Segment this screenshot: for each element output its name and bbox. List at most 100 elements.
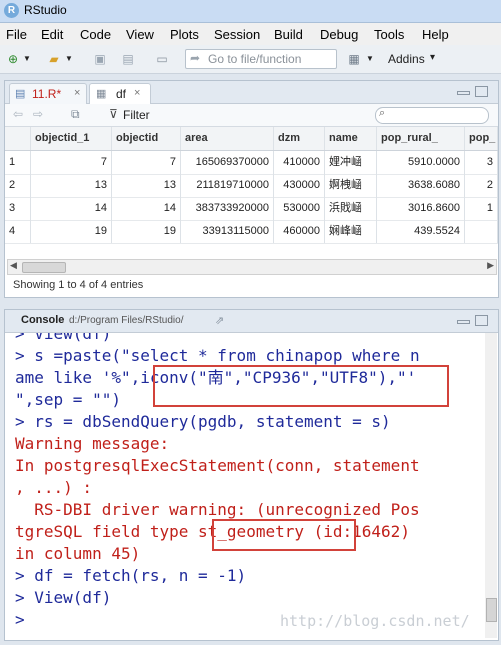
pane-layout-dropdown-icon[interactable]: ▼ (366, 51, 374, 67)
console-line: Warning message: (15, 434, 170, 453)
table-cell: 383733920000 (181, 197, 274, 220)
column-header[interactable]: dzm (274, 127, 325, 150)
vertical-scrollbar[interactable] (485, 333, 497, 638)
scroll-thumb[interactable] (486, 598, 497, 622)
tab-df[interactable]: ▦ df × (89, 83, 151, 104)
open-folder-icon[interactable]: ▰ (45, 51, 63, 67)
console-line: ",sep = "") (15, 390, 121, 409)
menu-plots[interactable]: Plots (170, 27, 199, 42)
table-cell: 13 (31, 174, 112, 197)
table-cell: 430000 (274, 174, 325, 197)
table-cell: 14 (31, 197, 112, 220)
table-cell: 7 (112, 151, 181, 174)
table-cell: 3 (465, 151, 498, 174)
pane-layout-icon[interactable]: ▦ (346, 51, 362, 67)
scroll-right-icon[interactable]: ▶ (487, 260, 494, 271)
close-icon[interactable]: × (74, 87, 80, 99)
save-all-icon[interactable]: ▤ (120, 51, 136, 67)
search-input[interactable]: ⌕ (375, 107, 489, 124)
menu-debug[interactable]: Debug (320, 27, 358, 42)
back-arrow-icon[interactable]: ⇦ (13, 107, 23, 121)
addins-button[interactable]: Addins (388, 52, 425, 66)
table-row: 4 19 19 33913115000 460000 娴峰崡 439.5524 (5, 220, 498, 244)
table-cell: 13 (112, 174, 181, 197)
highlight-box-st-geometry (212, 519, 356, 551)
table-cell: 165069370000 (181, 151, 274, 174)
addins-caret-icon[interactable]: ▾ (430, 52, 435, 63)
table-cell: 5910.0000 (377, 151, 465, 174)
menu-edit[interactable]: Edit (41, 27, 63, 42)
watermark: http://blog.csdn.net/ (280, 612, 470, 630)
column-header[interactable]: objectid (112, 127, 181, 150)
save-icon[interactable]: ▣ (92, 51, 108, 67)
table-cell: 2 (5, 174, 31, 197)
menu-build[interactable]: Build (274, 27, 303, 42)
popout-icon[interactable]: ⧉ (71, 107, 80, 122)
table-cell: 439.5524 (377, 220, 465, 243)
maximize-pane-icon[interactable] (475, 86, 488, 97)
tab-11-r[interactable]: ▤ 11.R* × (9, 83, 87, 104)
console-line: > df = fetch(rs, n = -1) (15, 566, 247, 585)
search-icon: ⌕ (379, 107, 386, 119)
new-file-icon[interactable]: ⊕ (5, 51, 21, 67)
minimize-pane-icon[interactable] (457, 320, 470, 324)
column-header[interactable]: name (325, 127, 377, 150)
table-cell: 211819710000 (181, 174, 274, 197)
table-icon: ▦ (96, 88, 107, 100)
column-header[interactable]: area (181, 127, 274, 150)
rstudio-logo-icon: R (4, 3, 19, 18)
tab-11-r-label: 11.R* (32, 87, 62, 101)
close-icon[interactable]: × (134, 87, 140, 99)
go-to-placeholder: Go to file/function (208, 52, 302, 66)
maximize-pane-icon[interactable] (475, 315, 488, 326)
go-to-directory-icon[interactable]: ⇗ (215, 314, 224, 327)
table-cell: 3016.8600 (377, 197, 465, 220)
go-to-arrow-icon: ➦ (190, 51, 201, 65)
column-header[interactable]: pop_ (465, 127, 498, 150)
table-cell: 530000 (274, 197, 325, 220)
console-header: Console d:/Program Files/RStudio/ ⇗ (5, 310, 498, 333)
table-cell: 19 (112, 220, 181, 243)
column-header[interactable]: pop_rural_ (377, 127, 465, 150)
filter-icon[interactable]: ⊽ (109, 107, 118, 121)
title-bar: R RStudio (0, 0, 501, 23)
menu-help[interactable]: Help (422, 27, 449, 42)
new-file-dropdown-icon[interactable]: ▼ (23, 51, 31, 67)
print-icon[interactable]: ▭ (154, 51, 170, 67)
open-dropdown-icon[interactable]: ▼ (65, 51, 73, 67)
table-cell: 19 (31, 220, 112, 243)
console-line: , ...) : (15, 478, 93, 497)
table-header: objectid_1 objectid area dzm name pop_ru… (5, 127, 498, 151)
console-pane: Console d:/Program Files/RStudio/ ⇗ > Vi… (4, 309, 499, 641)
console-output[interactable]: > View(df) > s =paste("select * from chi… (5, 333, 485, 638)
go-to-file-input[interactable]: ➦ Go to file/function (185, 49, 337, 69)
scroll-left-icon[interactable]: ◀ (10, 260, 17, 271)
scroll-thumb[interactable] (22, 262, 66, 273)
console-tab-label[interactable]: Console (21, 314, 64, 326)
table-cell: 460000 (274, 220, 325, 243)
table-cell: 婀栧崡 (325, 174, 377, 197)
menu-code[interactable]: Code (80, 27, 111, 42)
console-line: > s =paste("select * from chinapop where… (15, 346, 420, 365)
table-cell: 14 (112, 197, 181, 220)
column-header-rownum (5, 127, 31, 150)
table-cell: 娴峰崡 (325, 220, 377, 243)
console-prompt[interactable]: > (15, 609, 34, 631)
menu-file[interactable]: File (6, 27, 27, 42)
filter-button[interactable]: Filter (123, 108, 150, 122)
minimize-pane-icon[interactable] (457, 91, 470, 95)
console-line: > rs = dbSendQuery(pgdb, statement = s) (15, 412, 391, 431)
forward-arrow-icon[interactable]: ⇨ (33, 107, 43, 121)
menu-tools[interactable]: Tools (374, 27, 404, 42)
table-row: 2 13 13 211819710000 430000 婀栧崡 3638.608… (5, 174, 498, 198)
column-header[interactable]: objectid_1 (31, 127, 112, 150)
tab-df-label: df (116, 87, 127, 101)
table-cell: 410000 (274, 151, 325, 174)
horizontal-scrollbar[interactable]: ◀ ▶ (7, 259, 497, 275)
source-tabstrip: ▤ 11.R* × ▦ df × (5, 81, 498, 104)
menu-view[interactable]: View (126, 27, 154, 42)
console-line: RS-DBI driver warning: (unrecognized Pos (15, 500, 420, 519)
menu-session[interactable]: Session (214, 27, 260, 42)
entries-status: Showing 1 to 4 of 4 entries (13, 279, 144, 291)
window-title: RStudio (24, 3, 67, 17)
